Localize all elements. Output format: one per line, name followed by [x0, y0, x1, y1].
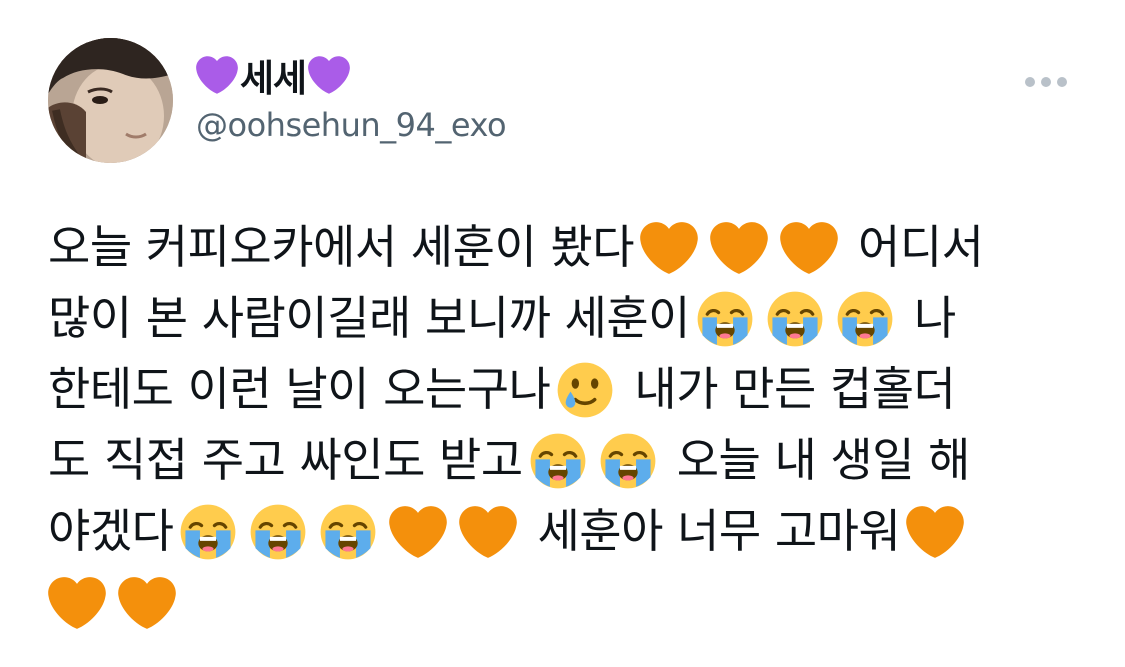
orange-heart-icon — [780, 219, 838, 277]
loudly-crying-face-icon — [529, 432, 587, 490]
orange-heart-icon — [118, 574, 176, 632]
orange-heart-icon — [48, 574, 106, 632]
more-options-icon[interactable] — [1024, 74, 1068, 90]
tweet-text-segment: 한테도 이런 날이 오는구나 — [48, 362, 551, 416]
tweet-line: 한테도 이런 날이 오는구나 내가 만든 컵홀더 — [48, 354, 1088, 425]
user-handle[interactable]: @oohsehun_94_exo — [196, 106, 507, 144]
purple-heart-icon — [308, 54, 350, 96]
tweet-text-segment: 세훈아 너무 고마워 — [537, 504, 901, 558]
tweet-text-segment: 내가 만든 컵홀더 — [634, 362, 956, 416]
avatar[interactable] — [48, 38, 173, 163]
loudly-crying-face-icon — [599, 432, 657, 490]
tweet-line: 오늘 커피오카에서 세훈이 봤다 어디서 — [48, 212, 1088, 283]
loudly-crying-face-icon — [319, 503, 377, 561]
tweet-line: 많이 본 사람이길래 보니까 세훈이 나 — [48, 283, 1088, 354]
loudly-crying-face-icon — [249, 503, 307, 561]
loudly-crying-face-icon — [179, 503, 237, 561]
tweet-text-segment: 많이 본 사람이길래 보니까 세훈이 — [48, 291, 690, 345]
smiling-face-with-tear-icon — [556, 361, 614, 419]
tweet-header: 세세 @oohsehun_94_exo — [48, 38, 1078, 168]
loudly-crying-face-icon — [696, 290, 754, 348]
tweet-text-segment: 오늘 커피오카에서 세훈이 봤다 — [48, 220, 635, 274]
tweet-line: 도 직접 주고 싸인도 받고 오늘 내 생일 해 — [48, 425, 1088, 496]
tweet-line: 야겠다 세훈아 너무 고마워 — [48, 496, 1088, 567]
tweet-text-segment: 야겠다 — [48, 504, 174, 558]
tweet-text-segment: 도 직접 주고 싸인도 받고 — [48, 433, 523, 487]
tweet-text-segment: 나 — [913, 291, 956, 345]
tweet-line — [48, 567, 1088, 638]
tweet-text-segment: 어디서 — [858, 220, 984, 274]
tweet-text: 오늘 커피오카에서 세훈이 봤다 어디서 많이 본 사람이길래 보니까 세훈이 … — [48, 212, 1088, 638]
tweet-text-segment: 오늘 내 생일 해 — [676, 433, 971, 487]
orange-heart-icon — [389, 503, 447, 561]
display-name-text: 세세 — [240, 57, 307, 100]
orange-heart-icon — [710, 219, 768, 277]
purple-heart-icon — [196, 54, 238, 96]
orange-heart-icon — [459, 503, 517, 561]
loudly-crying-face-icon — [766, 290, 824, 348]
orange-heart-icon — [906, 503, 964, 561]
loudly-crying-face-icon — [836, 290, 894, 348]
display-name[interactable]: 세세 — [196, 52, 350, 100]
orange-heart-icon — [640, 219, 698, 277]
